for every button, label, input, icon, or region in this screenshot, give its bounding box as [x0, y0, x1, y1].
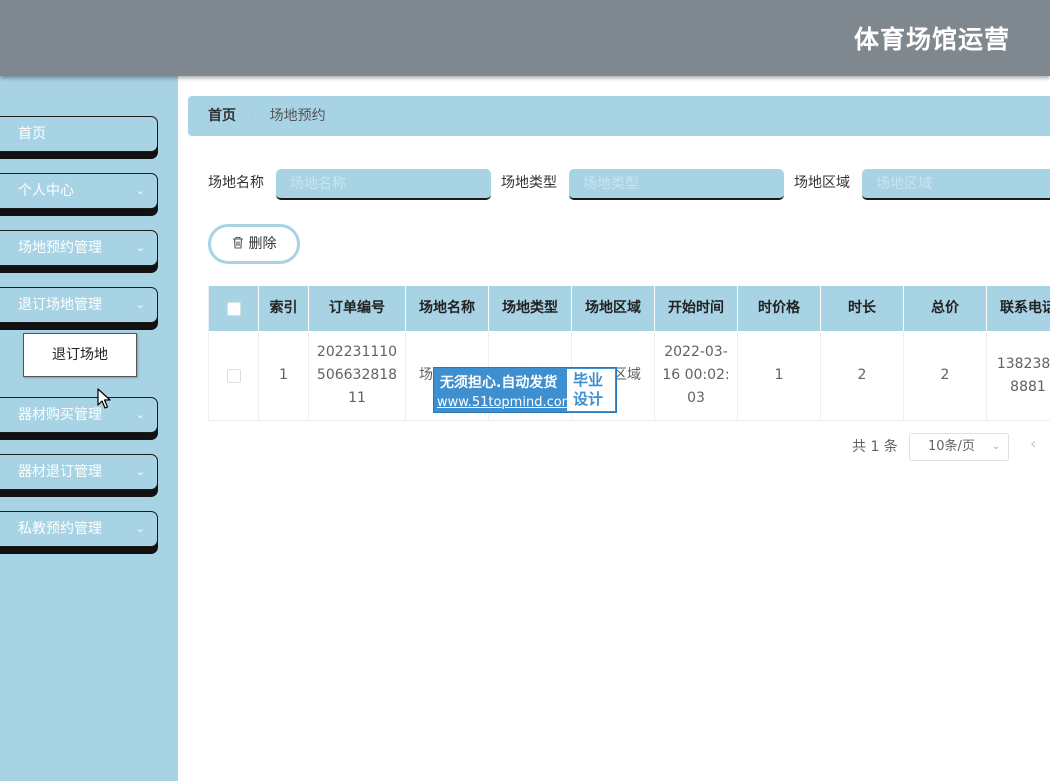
table-cell: 2022-03- 16 00:02: 03	[655, 331, 738, 420]
sidebar-item-venue-booking-mgmt[interactable]: 场地预约管理 ⌄	[0, 230, 158, 266]
table-cell: 1	[259, 331, 309, 420]
column-header[interactable]: 时价格	[738, 286, 821, 331]
pagination-total: 共 1 条	[852, 439, 898, 455]
venue-area-label: 场地区域	[794, 175, 850, 191]
venue-area-input[interactable]	[862, 169, 1050, 200]
delete-button[interactable]: 删除	[208, 224, 300, 264]
sidebar-item-label: 个人中心	[18, 183, 74, 199]
app-title: 体育场馆运营	[853, 25, 1010, 54]
sidebar-item-home[interactable]: 首页	[0, 116, 158, 152]
column-header[interactable]: 索引	[259, 286, 309, 331]
column-header[interactable]: 时长	[821, 286, 904, 331]
chevron-down-icon: ⌄	[135, 522, 145, 535]
sidebar-item-label: 器材购买管理	[18, 407, 102, 423]
breadcrumb-current: 场地预约	[269, 108, 326, 124]
column-header[interactable]: 场地名称	[406, 286, 489, 331]
row-select-cell	[209, 331, 259, 420]
sidebar-item-equipment-purchase-mgmt[interactable]: 器材购买管理 ⌄	[0, 397, 158, 433]
watermark-text-block: 无须担心.自动发货 www.51topmind.com	[434, 368, 574, 412]
column-header[interactable]: 场地类型	[489, 286, 572, 331]
column-header[interactable]: 总价	[904, 286, 987, 331]
prev-page-button[interactable]: ‹	[1030, 434, 1036, 453]
table-header: 索引 订单编号 场地名称 场地类型 场地区域 开始时间 时价格 时长 总价 联系…	[209, 286, 1050, 331]
chevron-down-icon: ⌄	[135, 408, 145, 421]
trash-icon	[232, 228, 244, 262]
watermark-url: www.51topmind.com	[437, 395, 575, 410]
delete-button-label: 删除	[248, 236, 277, 252]
column-header[interactable]: 订单编号	[309, 286, 406, 331]
column-header[interactable]: 联系电话	[987, 286, 1050, 331]
venue-type-input[interactable]	[569, 169, 784, 200]
watermark-badge: 毕业 设计	[567, 369, 615, 411]
sidebar: 首页 个人中心 ⌄ 场地预约管理 ⌄ 退订场地管理 ⌄ 退订场地 器材购买管理 …	[0, 76, 178, 781]
table-cell: 2	[821, 331, 904, 420]
watermark-line1: 无须担心.自动发货	[440, 375, 558, 391]
sidebar-item-label: 退订场地管理	[18, 297, 102, 313]
sidebar-item-label: 器材退订管理	[18, 464, 102, 480]
page-size-value: 10条/页	[928, 439, 975, 454]
sidebar-item-label: 首页	[18, 126, 46, 142]
sidebar-item-equipment-cancel-mgmt[interactable]: 器材退订管理 ⌄	[0, 454, 158, 490]
watermark-banner: 无须担心.自动发货 www.51topmind.com 毕业 设计	[433, 367, 617, 413]
booking-table: 索引 订单编号 场地名称 场地类型 场地区域 开始时间 时价格 时长 总价 联系…	[208, 286, 1050, 421]
table-cell: 1	[738, 331, 821, 420]
chevron-down-icon: ⌄	[135, 465, 145, 478]
page-size-select[interactable]: 10条/页 ⌄	[909, 433, 1009, 461]
venue-name-label: 场地名称	[208, 175, 264, 191]
submenu-item-venue-cancel[interactable]: 退订场地	[23, 333, 137, 377]
table-cell: 202231110 506632818 11	[309, 331, 406, 420]
sidebar-item-label: 场地预约管理	[18, 240, 102, 256]
column-header[interactable]: 开始时间	[655, 286, 738, 331]
select-all-checkbox[interactable]	[226, 301, 241, 316]
sidebar-item-venue-cancel-mgmt[interactable]: 退订场地管理 ⌄	[0, 287, 158, 323]
breadcrumb-home[interactable]: 首页	[208, 108, 236, 124]
table-row[interactable]: 1 202231110 506632818 11 场地名称 场地类型 场地区域 …	[209, 331, 1050, 421]
row-checkbox[interactable]	[226, 368, 241, 383]
sidebar-item-label: 私教预约管理	[18, 521, 102, 537]
table-cell: 2	[904, 331, 987, 420]
breadcrumb-separator: /	[250, 108, 256, 124]
table-cell: 1382388 8881	[987, 331, 1050, 420]
chevron-down-icon: ⌄	[991, 441, 1000, 452]
chevron-down-icon: ⌄	[135, 184, 145, 197]
mouse-cursor-icon	[97, 388, 111, 409]
chevron-down-icon: ⌄	[135, 241, 145, 254]
sidebar-item-personal-center[interactable]: 个人中心 ⌄	[0, 173, 158, 209]
select-all-cell	[209, 286, 259, 331]
venue-name-input[interactable]	[276, 169, 491, 200]
chevron-down-icon: ⌄	[135, 298, 145, 311]
sidebar-item-coach-booking-mgmt[interactable]: 私教预约管理 ⌄	[0, 511, 158, 547]
submenu-item-label: 退订场地	[52, 347, 108, 363]
column-header[interactable]: 场地区域	[572, 286, 655, 331]
venue-type-label: 场地类型	[501, 175, 557, 191]
breadcrumb: 首页 / 场地预约	[188, 96, 1050, 136]
top-header: 体育场馆运营	[0, 0, 1050, 76]
